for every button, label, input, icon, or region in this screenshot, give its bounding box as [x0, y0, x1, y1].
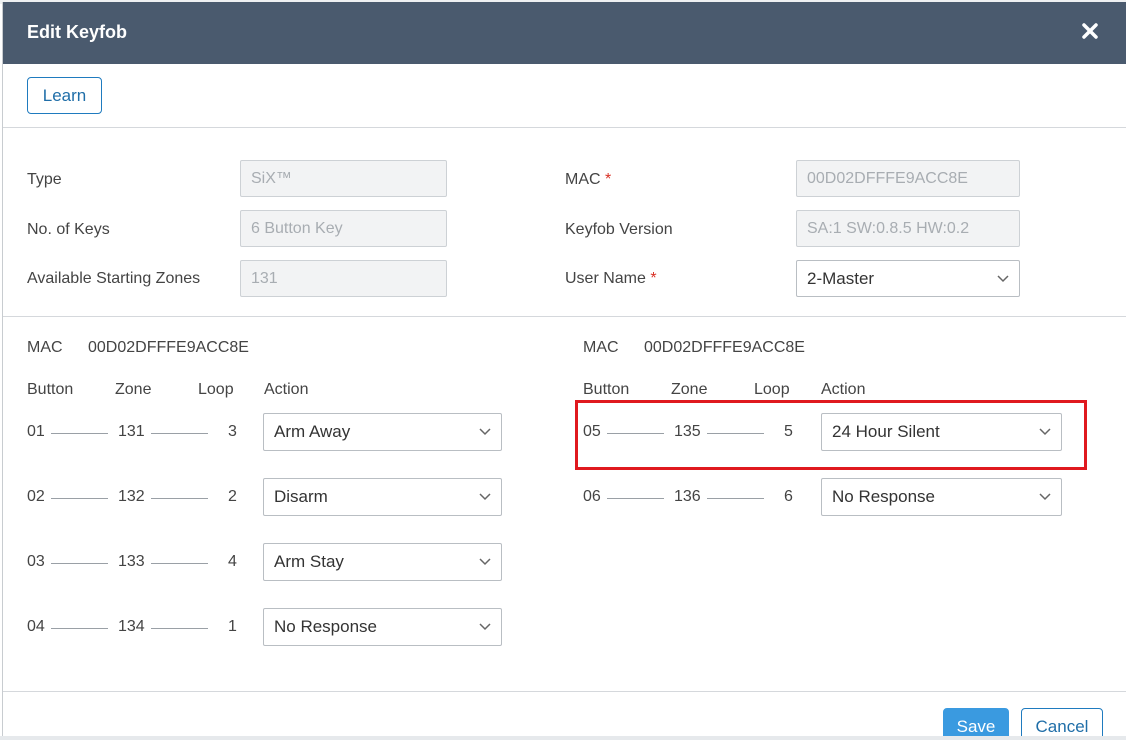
- loop-number: 2: [228, 488, 237, 505]
- chevron-down-icon: [479, 558, 491, 566]
- action-value: Arm Stay: [274, 552, 344, 571]
- row-connector: [707, 498, 764, 499]
- button-number: 06: [583, 488, 601, 505]
- zone-number: 133: [118, 553, 145, 570]
- chevron-down-icon: [479, 493, 491, 501]
- action-value: Disarm: [274, 487, 328, 506]
- required-mark: *: [650, 270, 657, 287]
- loop-number: 1: [228, 618, 237, 635]
- version-field: SA:1 SW:0.8.5 HW:0.2: [796, 210, 1020, 247]
- keys-label: No. of Keys: [27, 221, 110, 238]
- mac-field: 00D02DFFFE9ACC8E: [796, 160, 1020, 197]
- keys-field: 6 Button Key: [240, 210, 447, 247]
- section-mac-value: 00D02DFFFE9ACC8E: [88, 339, 249, 356]
- highlight-box: [575, 400, 1087, 470]
- loop-number: 3: [228, 423, 237, 440]
- button-number: 03: [27, 553, 45, 570]
- section-mac-label: MAC: [583, 339, 619, 356]
- button-number: 01: [27, 423, 45, 440]
- zone-number: 134: [118, 618, 145, 635]
- mac-label: MAC *: [565, 171, 612, 188]
- zone-number: 131: [118, 423, 145, 440]
- col-header-button: Button: [27, 381, 74, 398]
- action-value: No Response: [274, 617, 378, 636]
- zones-field: 131: [240, 260, 447, 297]
- chevron-down-icon: [479, 623, 491, 631]
- row-connector: [51, 498, 108, 499]
- action-select[interactable]: Arm Away: [263, 413, 502, 451]
- divider: [3, 316, 1126, 317]
- dialog-title: Edit Keyfob: [27, 22, 128, 42]
- close-icon[interactable]: [1075, 16, 1105, 46]
- action-select[interactable]: No Response: [263, 608, 502, 646]
- row-connector: [607, 498, 664, 499]
- action-value: Arm Away: [274, 422, 351, 441]
- col-header-action: Action: [264, 381, 309, 398]
- user-name-select[interactable]: 2-Master: [796, 260, 1020, 297]
- section-mac-value: 00D02DFFFE9ACC8E: [644, 339, 805, 356]
- action-value: No Response: [832, 487, 936, 506]
- row-connector: [151, 563, 208, 564]
- col-header-loop: Loop: [198, 381, 234, 398]
- col-header-zone: Zone: [115, 381, 152, 398]
- row-connector: [51, 433, 108, 434]
- user-name-value: 2-Master: [807, 268, 875, 288]
- loop-number: 4: [228, 553, 237, 570]
- page-bottom-edge: [0, 736, 1126, 740]
- chevron-down-icon: [479, 428, 491, 436]
- col-header-action: Action: [821, 381, 866, 398]
- col-header-loop: Loop: [754, 381, 790, 398]
- type-field: SiX™: [240, 160, 447, 197]
- divider: [3, 127, 1126, 128]
- divider: [3, 691, 1126, 692]
- required-mark: *: [605, 171, 612, 188]
- learn-button[interactable]: Learn: [27, 77, 102, 114]
- col-header-zone: Zone: [671, 381, 708, 398]
- row-connector: [151, 433, 208, 434]
- dialog-header: Edit Keyfob: [3, 2, 1126, 64]
- version-label: Keyfob Version: [565, 221, 673, 238]
- button-number: 04: [27, 618, 45, 635]
- row-connector: [151, 628, 208, 629]
- chevron-down-icon: [997, 274, 1009, 282]
- action-select[interactable]: Disarm: [263, 478, 502, 516]
- section-mac-label: MAC: [27, 339, 63, 356]
- col-header-button: Button: [583, 381, 630, 398]
- zones-label: Available Starting Zones: [27, 270, 201, 287]
- row-connector: [51, 628, 108, 629]
- action-select[interactable]: No Response: [821, 478, 1062, 516]
- row-connector: [51, 563, 108, 564]
- zone-number: 132: [118, 488, 145, 505]
- loop-number: 6: [784, 488, 793, 505]
- user-name-label: User Name *: [565, 270, 657, 287]
- zone-number: 136: [674, 488, 701, 505]
- row-connector: [151, 498, 208, 499]
- type-label: Type: [27, 171, 62, 188]
- edit-keyfob-dialog: Edit Keyfob Learn Type SiX™ No. of Keys …: [2, 2, 1126, 740]
- button-number: 02: [27, 488, 45, 505]
- action-select[interactable]: Arm Stay: [263, 543, 502, 581]
- chevron-down-icon: [1039, 493, 1051, 501]
